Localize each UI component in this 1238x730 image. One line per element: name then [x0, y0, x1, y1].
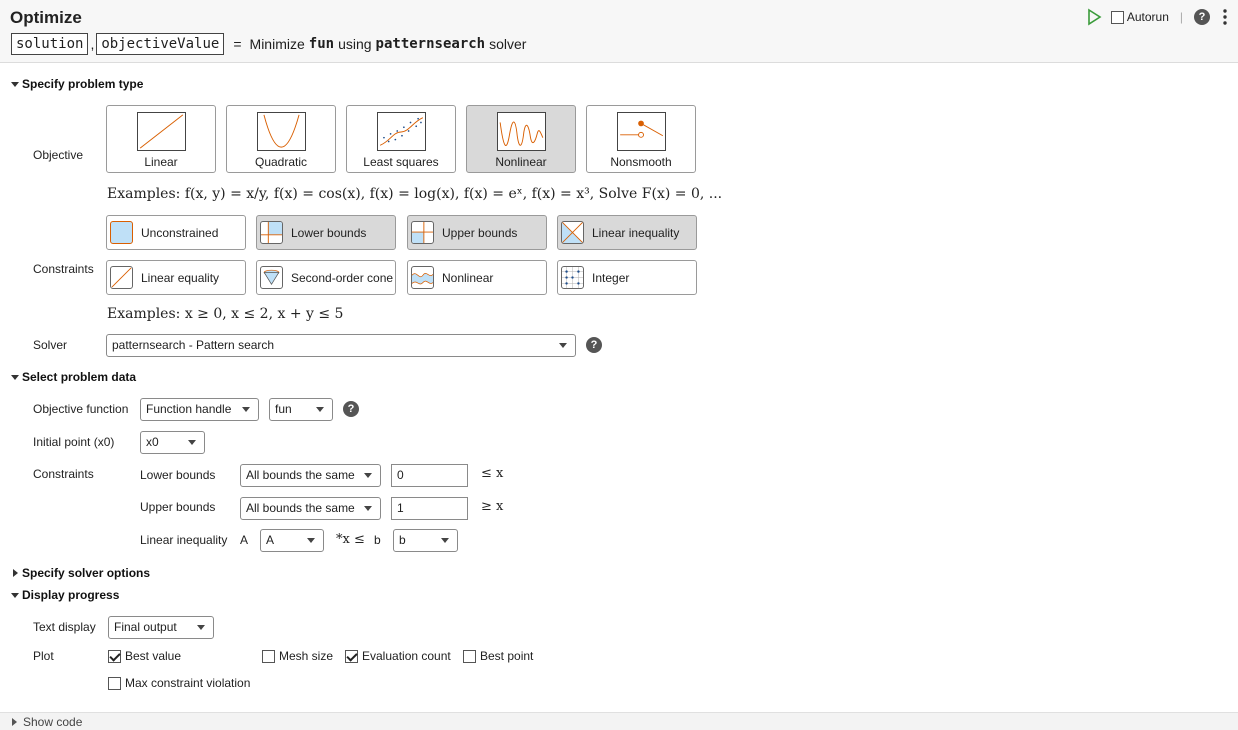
upper-bounds-input[interactable]: 1	[391, 497, 468, 520]
plot-mesh-size-checkbox[interactable]	[262, 649, 275, 663]
plot-evaluation-count-checkbox[interactable]	[345, 649, 358, 663]
section-problem-data-header[interactable]: Select problem data	[11, 370, 136, 384]
text-display-label: Text display	[33, 620, 96, 634]
constraint-nonlinear-button[interactable]: Nonlinear	[407, 260, 547, 295]
upper-bounds-icon	[411, 221, 434, 244]
task-title: Optimize	[10, 8, 82, 27]
upper-bounds-label: Upper bounds	[140, 500, 216, 514]
objective-function-dropdown[interactable]: fun	[269, 398, 333, 421]
expand-icon	[12, 717, 17, 726]
initial-point-label: Initial point (x0)	[33, 435, 115, 449]
objective-quadratic-button[interactable]: Quadratic	[226, 105, 336, 173]
plot-best-value-option[interactable]: Best value	[108, 649, 181, 663]
constraint-second-order-cone-button[interactable]: Second-order cone	[256, 260, 396, 295]
problem-data-constraints-label: Constraints	[33, 467, 94, 481]
objective-nonlinear-button[interactable]: Nonlinear	[466, 105, 576, 173]
constraint-examples: Examples: x ≥ 0, x ≤ 2, x + y ≤ 5	[107, 306, 344, 322]
summary-fun: fun	[308, 36, 335, 52]
expand-icon	[13, 569, 18, 577]
collapse-icon	[11, 374, 19, 380]
objective-function-help-icon[interactable]: ?	[343, 401, 359, 417]
objective-nonsmooth-button[interactable]: Nonsmooth	[586, 105, 696, 173]
nonlinear-constraint-icon	[411, 266, 434, 289]
least-squares-objective-icon	[377, 112, 426, 151]
text-display-dropdown[interactable]: Final output	[108, 616, 214, 639]
quadratic-objective-icon	[257, 112, 306, 151]
solver-help-icon[interactable]: ?	[586, 337, 602, 353]
autorun-label: Autorun	[1126, 10, 1169, 24]
objective-function-type-dropdown[interactable]: Function handle	[140, 398, 259, 421]
nonsmooth-objective-icon	[617, 112, 666, 151]
lower-bounds-relation: ≤ x	[481, 466, 504, 481]
linear-inequality-relation: *x ≤	[336, 532, 365, 547]
nonlinear-objective-icon	[497, 112, 546, 151]
autorun-toggle[interactable]: Autorun	[1110, 10, 1169, 24]
initial-point-dropdown[interactable]: x0	[140, 431, 205, 454]
section-display-progress-header[interactable]: Display progress	[11, 588, 119, 602]
summary-solver: patternsearch	[375, 36, 486, 52]
linear-inequality-icon	[561, 221, 584, 244]
constraint-upper-bounds-button[interactable]: Upper bounds	[407, 215, 547, 250]
constraint-integer-button[interactable]: Integer	[557, 260, 697, 295]
plot-max-constraint-violation-option[interactable]: Max constraint violation	[108, 676, 250, 690]
solver-dropdown[interactable]: patternsearch - Pattern search	[106, 334, 576, 357]
objective-least-squares-button[interactable]: Least squares	[346, 105, 456, 173]
plot-max-constraint-violation-checkbox[interactable]	[108, 676, 121, 690]
constraint-unconstrained-button[interactable]: Unconstrained	[106, 215, 246, 250]
objective-label: Objective	[33, 148, 84, 162]
output-objective-value-field[interactable]: objectiveValue	[96, 33, 225, 55]
section-problem-type-header[interactable]: Specify problem type	[11, 77, 143, 91]
show-code-toggle[interactable]: Show code	[0, 712, 1238, 730]
constraint-linear-equality-button[interactable]: Linear equality	[106, 260, 246, 295]
constraint-lower-bounds-button[interactable]: Lower bounds	[256, 215, 396, 250]
vector-b-dropdown[interactable]: b	[393, 529, 458, 552]
matrix-a-dropdown[interactable]: A	[260, 529, 324, 552]
plot-evaluation-count-option[interactable]: Evaluation count	[345, 649, 451, 663]
autorun-checkbox[interactable]	[1110, 10, 1124, 24]
plot-best-point-option[interactable]: Best point	[463, 649, 533, 663]
solver-label: Solver	[33, 338, 68, 352]
linear-inequality-label: Linear inequality	[140, 533, 228, 547]
constraint-linear-inequality-button[interactable]: Linear inequality	[557, 215, 697, 250]
plot-best-point-checkbox[interactable]	[463, 649, 476, 663]
objective-function-label: Objective function	[33, 402, 129, 416]
lower-bounds-mode-dropdown[interactable]: All bounds the same	[240, 464, 381, 487]
plot-best-value-checkbox[interactable]	[108, 649, 121, 663]
vector-b-label: b	[374, 533, 381, 547]
live-task-header: Optimize solution , objectiveValue = Min…	[0, 0, 1238, 63]
lower-bounds-label: Lower bounds	[140, 468, 216, 482]
constraints-label: Constraints	[33, 262, 94, 276]
section-solver-options-header[interactable]: Specify solver options	[11, 566, 150, 580]
output-solution-field[interactable]: solution	[11, 33, 89, 55]
task-summary-equation: solution , objectiveValue = Minimize fun…	[11, 33, 530, 55]
integer-icon	[561, 266, 584, 289]
upper-bounds-relation: ≥ x	[481, 499, 504, 514]
second-order-cone-icon	[260, 266, 283, 289]
more-options-icon[interactable]	[1220, 8, 1230, 26]
plot-mesh-size-option[interactable]: Mesh size	[262, 649, 333, 663]
plot-label: Plot	[33, 649, 54, 663]
lower-bounds-icon	[260, 221, 283, 244]
help-icon[interactable]: ?	[1194, 9, 1210, 25]
objective-examples: Examples: f(x, y) = x/y, f(x) = cos(x), …	[107, 186, 723, 202]
linear-equality-icon	[110, 266, 133, 289]
header-toolbar: Autorun | ?	[1085, 6, 1230, 28]
collapse-icon	[11, 81, 19, 87]
run-icon[interactable]	[1085, 8, 1103, 26]
unconstrained-icon	[110, 221, 133, 244]
objective-linear-button[interactable]: Linear	[106, 105, 216, 173]
matrix-a-label: A	[240, 533, 249, 547]
lower-bounds-input[interactable]: 0	[391, 464, 468, 487]
upper-bounds-mode-dropdown[interactable]: All bounds the same	[240, 497, 381, 520]
collapse-icon	[11, 592, 19, 598]
linear-objective-icon	[137, 112, 186, 151]
